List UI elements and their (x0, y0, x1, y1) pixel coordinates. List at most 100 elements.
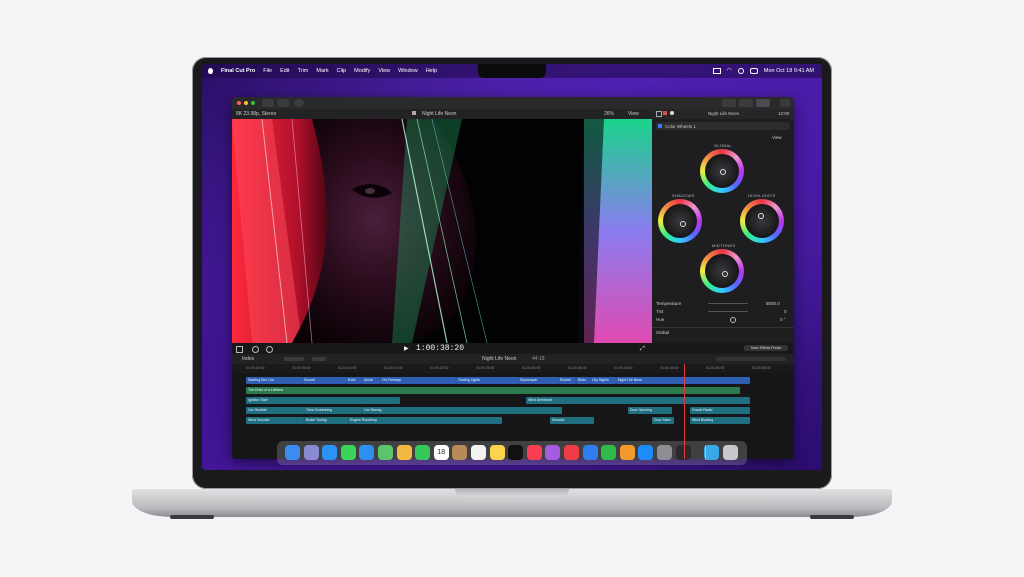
timeline-clip[interactable]: Trading Lights (456, 377, 518, 384)
keywords-button[interactable] (277, 99, 289, 107)
messages-icon[interactable] (340, 445, 356, 460)
browser-toggle-button[interactable] (722, 99, 736, 107)
notes-icon[interactable] (489, 445, 505, 460)
downloads-folder-icon[interactable] (704, 445, 720, 460)
timeline-clip[interactable]: Door Opening (628, 407, 672, 414)
viewer-zoom[interactable]: 26% (604, 111, 614, 117)
mail-icon[interactable] (359, 445, 375, 460)
timeline-clip[interactable]: Alone (362, 377, 380, 384)
viewer-view-menu[interactable]: View (628, 111, 639, 117)
timeline-ruler[interactable]: 01:00:00:00 01:00:05:00 01:00:10:00 01:00:1… (232, 364, 794, 373)
timeline-clip[interactable]: On Freeway (380, 377, 456, 384)
menu-mark[interactable]: Mark (316, 68, 328, 74)
import-button[interactable] (262, 99, 274, 107)
playhead[interactable] (684, 364, 685, 459)
menu-modify[interactable]: Modify (354, 68, 370, 74)
timeline-clip[interactable]: Wind Swoosh (246, 417, 304, 424)
save-effects-preset-button[interactable]: Save Effects Preset (744, 345, 788, 351)
finder-icon[interactable] (285, 445, 300, 460)
timeline-clip[interactable]: Rocket (558, 377, 576, 384)
hue-dial[interactable] (730, 317, 736, 323)
timeline-clip[interactable]: Door Slam (652, 417, 674, 424)
reminders-icon[interactable] (471, 445, 486, 460)
tv-icon[interactable] (508, 445, 524, 460)
menu-window[interactable]: Window (398, 68, 418, 74)
transform-icon[interactable] (236, 346, 243, 353)
app-store-icon[interactable] (638, 445, 654, 460)
timeline-clip[interactable]: Car Racing (362, 407, 562, 414)
menu-trim[interactable]: Trim (298, 68, 309, 74)
tool-selector[interactable] (312, 357, 326, 361)
safari-icon[interactable] (322, 445, 338, 460)
timeline-clip[interactable]: Engine Rumbling (348, 417, 502, 424)
music-icon[interactable] (526, 445, 542, 460)
menu-edit[interactable]: Edit (280, 68, 289, 74)
system-preferences-icon[interactable] (657, 445, 672, 460)
edit-buttons-group[interactable] (284, 357, 304, 361)
inspector-toggle-button[interactable] (756, 99, 770, 107)
effect-enabled-checkbox[interactable] (658, 124, 662, 128)
temperature-slider[interactable] (708, 303, 748, 304)
background-tasks-button[interactable] (294, 99, 304, 107)
calendar-icon[interactable]: 18 (433, 445, 449, 460)
menu-file[interactable]: File (263, 68, 272, 74)
shadows-wheel-puck[interactable] (680, 221, 686, 227)
menu-clip[interactable]: Clip (337, 68, 346, 74)
param-value-hue[interactable]: 0 ° (780, 317, 786, 322)
video-inspector-icon[interactable] (656, 111, 662, 117)
timeline-clip[interactable]: Brake Tuning (304, 417, 348, 424)
contacts-icon[interactable] (452, 445, 468, 460)
timeline-clip[interactable]: City Nights (590, 377, 616, 384)
timeline-clip[interactable]: The Drive of a Lifetime (246, 387, 740, 394)
info-inspector-icon[interactable] (670, 111, 674, 115)
zoom-window-button[interactable] (251, 101, 255, 105)
control-center-icon[interactable] (749, 67, 758, 74)
timeline-clip[interactable]: Tires Screeching (304, 407, 362, 414)
timeline-index-button[interactable]: Index (242, 356, 254, 362)
close-window-button[interactable] (237, 101, 241, 105)
timeline-project-title[interactable]: Night Life Neon (482, 356, 516, 362)
apple-menu-icon[interactable] (208, 68, 213, 74)
share-button[interactable] (780, 99, 790, 107)
numbers-icon[interactable] (601, 445, 617, 460)
timeline-clip[interactable]: Wind Ambiance (526, 397, 750, 404)
highlights-color-wheel[interactable] (740, 199, 784, 243)
global-section[interactable]: Global (652, 327, 794, 336)
news-icon[interactable] (564, 445, 579, 460)
enhance-icon[interactable] (252, 346, 259, 353)
effect-selector[interactable]: Color Wheels 1 (656, 122, 790, 130)
search-icon[interactable] (737, 67, 744, 74)
tint-slider[interactable] (708, 311, 748, 312)
timeline-clip[interactable]: Exits (346, 377, 362, 384)
inspector-view-menu[interactable]: View (772, 135, 782, 140)
viewer-timecode[interactable]: 1:00:38:20 (416, 344, 464, 353)
maps-icon[interactable] (378, 445, 393, 460)
menu-clock[interactable]: Mon Oct 18 9:41 AM (764, 68, 814, 74)
wifi-icon[interactable]: ◠ (727, 67, 732, 74)
video-viewer[interactable] (232, 119, 652, 343)
param-value-tint[interactable]: 0 (784, 309, 787, 314)
photos-icon[interactable] (396, 445, 412, 460)
global-wheel-puck[interactable] (720, 169, 726, 175)
param-value-temperature[interactable]: 5000.0 (766, 301, 780, 306)
keynote-icon[interactable] (582, 445, 598, 460)
trash-icon[interactable] (722, 445, 738, 460)
app-menu[interactable]: Final Cut Pro (221, 68, 255, 74)
menu-view[interactable]: View (378, 68, 390, 74)
timeline-clip[interactable]: Swoosh (550, 417, 594, 424)
speed-icon[interactable] (266, 346, 273, 353)
timeline-clip[interactable]: Wind Blowing (690, 417, 750, 424)
timeline-clip[interactable]: Skyscraper (518, 377, 558, 384)
timeline-clip[interactable]: Ignition Start (246, 397, 400, 404)
minimize-window-button[interactable] (244, 101, 248, 105)
timeline-clip[interactable]: Sunset (302, 377, 346, 384)
podcasts-icon[interactable] (545, 445, 561, 460)
timeline-toggle-button[interactable] (739, 99, 753, 107)
screen-mirroring-icon[interactable] (712, 67, 721, 74)
timeline-clip[interactable]: Starting Dev Car (246, 377, 302, 384)
color-inspector-icon[interactable] (663, 111, 667, 115)
highlights-wheel-puck[interactable] (758, 213, 764, 219)
pages-icon[interactable] (619, 445, 635, 460)
timeline-clip[interactable]: Birds (576, 377, 590, 384)
timeline-clip[interactable]: Car Rumble (246, 407, 304, 414)
